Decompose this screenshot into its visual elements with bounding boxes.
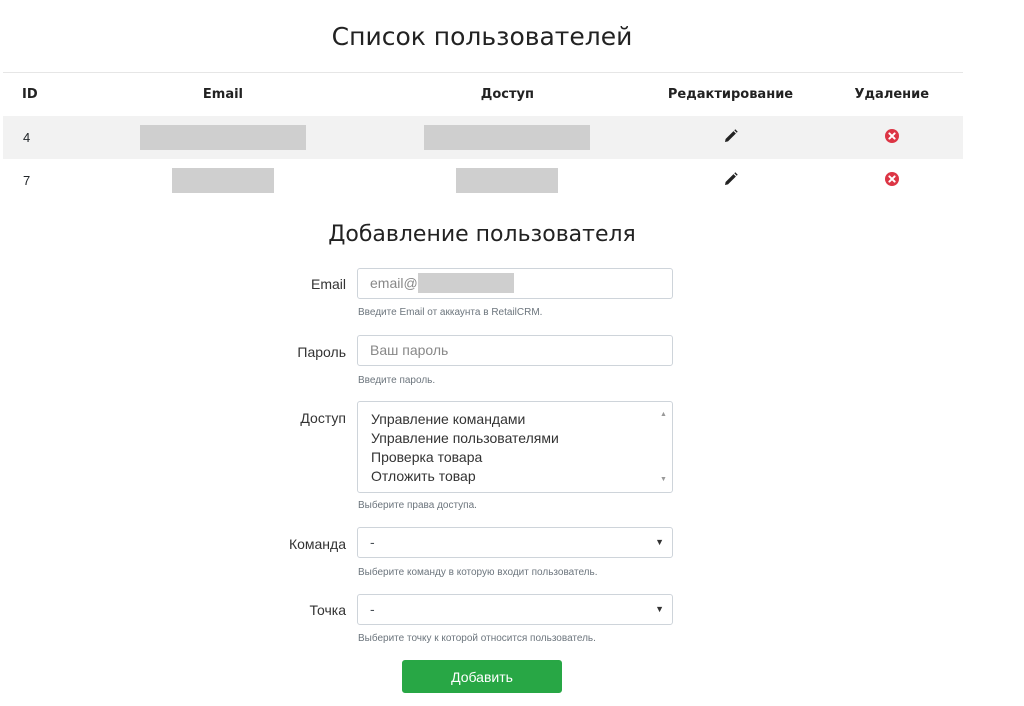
header-edit: Редактирование [640, 72, 821, 116]
table-header-row: ID Email Доступ Редактирование Удаление [3, 72, 963, 116]
email-field[interactable]: email@ [357, 268, 673, 299]
team-help: Выберите команду в которую входит пользо… [358, 567, 598, 578]
redacted-block [424, 125, 591, 150]
access-option[interactable]: Управление пользователями [371, 429, 672, 448]
redacted-block [456, 168, 559, 193]
table-row: 4 [3, 116, 963, 159]
redacted-block [139, 125, 306, 150]
row-email [71, 116, 375, 159]
pencil-icon[interactable] [724, 129, 738, 146]
times-circle-icon[interactable] [884, 172, 899, 189]
scrollbar[interactable]: ▲ ▼ [657, 403, 671, 491]
access-help: Выберите права доступа. [358, 500, 477, 511]
header-email: Email [71, 72, 375, 116]
header-delete: Удаление [820, 72, 963, 116]
access-label: Доступ [300, 410, 346, 426]
chevron-down-icon: ▼ [655, 537, 664, 547]
pencil-icon[interactable] [724, 172, 738, 189]
row-id: 4 [3, 116, 72, 159]
password-help: Введите пароль. [358, 375, 436, 386]
form-title: Добавление пользователя [328, 222, 636, 247]
header-access: Доступ [374, 72, 641, 116]
row-edit [640, 116, 821, 159]
point-select[interactable]: - ▼ [357, 594, 673, 625]
row-delete [820, 116, 963, 159]
email-placeholder: email@ [370, 275, 418, 291]
email-help: Введите Email от аккаунта в RetailCRM. [358, 307, 543, 318]
row-access [374, 159, 640, 202]
header-id: ID [3, 72, 72, 116]
access-option[interactable]: Управление командами [371, 410, 672, 429]
password-placeholder: Ваш пароль [370, 342, 449, 358]
row-email [72, 159, 375, 202]
email-label: Email [310, 276, 346, 292]
page-title: Список пользователей [331, 22, 633, 51]
scroll-up-icon[interactable]: ▲ [660, 405, 667, 424]
times-circle-icon[interactable] [884, 129, 899, 146]
access-option[interactable]: Отложить товар [371, 467, 672, 486]
access-option[interactable]: Проверка товара [371, 448, 672, 467]
row-access [374, 116, 641, 159]
point-label: Точка [309, 602, 346, 618]
row-id: 7 [23, 173, 31, 188]
redacted-block [417, 272, 514, 293]
access-multiselect[interactable]: Управление командами Управление пользова… [357, 401, 673, 493]
add-user-button[interactable]: Добавить [402, 660, 562, 693]
row-delete [821, 159, 963, 202]
point-selected-value: - [370, 601, 375, 617]
scroll-down-icon[interactable]: ▼ [660, 470, 667, 489]
team-select[interactable]: - ▼ [357, 527, 673, 558]
point-help: Выберите точку к которой относится польз… [358, 633, 596, 644]
team-label: Команда [288, 536, 346, 552]
team-selected-value: - [370, 534, 375, 550]
password-label: Пароль [297, 344, 346, 360]
table-row: 7 [3, 159, 963, 202]
row-edit [640, 159, 820, 202]
chevron-down-icon: ▼ [655, 604, 664, 614]
redacted-block [171, 168, 274, 193]
users-table: ID Email Доступ Редактирование Удаление … [3, 72, 963, 202]
password-field[interactable]: Ваш пароль [357, 335, 673, 366]
